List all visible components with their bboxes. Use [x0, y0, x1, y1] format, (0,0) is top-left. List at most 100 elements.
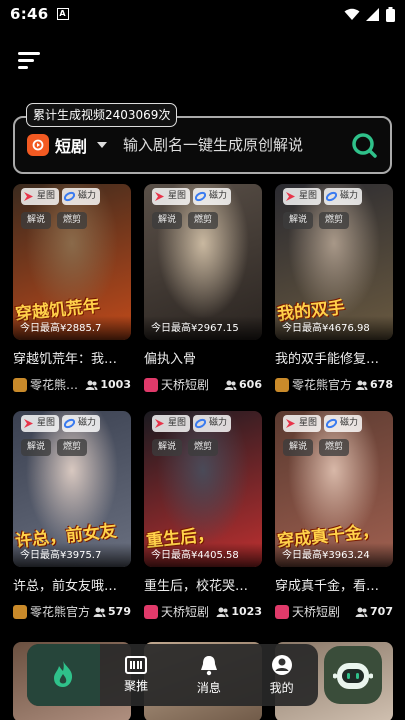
notification-icon: A — [56, 8, 69, 20]
search-icon[interactable] — [350, 131, 378, 159]
status-bar: 6:46 A — [0, 0, 405, 28]
users-icon — [224, 380, 237, 390]
drama-poster[interactable]: 星图 磁力 解说 燃剪 穿成真千金， 今日最高¥3963.24 — [275, 411, 393, 567]
creator-name[interactable]: 天桥短剧 — [292, 603, 340, 620]
search-input[interactable] — [123, 136, 350, 154]
ai-assistant-button[interactable] — [324, 646, 382, 704]
creator-name[interactable]: 天桥短剧 — [161, 376, 209, 393]
platform-chips: 星图 磁力 — [152, 188, 232, 205]
source-select[interactable]: 短剧 — [55, 133, 87, 157]
cili-logo-icon — [326, 191, 338, 202]
users-icon — [93, 607, 106, 617]
creator-name[interactable]: 零花熊官方 — [30, 603, 90, 620]
drama-poster[interactable]: 星图 磁力 解说 燃剪 许总，前女友 今日最高¥3975.7 — [13, 411, 131, 567]
tag-jieshuo: 解说 — [283, 212, 314, 229]
menu-button[interactable] — [18, 50, 44, 70]
user-count: 707 — [355, 605, 393, 618]
card-meta: 零花熊官方 678 — [275, 376, 393, 393]
genre-tags: 解说 燃剪 — [283, 439, 350, 456]
platform-chip-cili-label: 磁力 — [78, 418, 97, 428]
platform-chips: 星图 磁力 — [283, 415, 363, 432]
user-count: 606 — [224, 378, 262, 391]
tag-ranjian: 燃剪 — [57, 439, 88, 456]
card-meta: 零花熊官方 579 — [13, 603, 131, 620]
platform-chip-cili: 磁力 — [193, 415, 232, 432]
xingtu-logo-icon — [24, 419, 33, 428]
platform-chip-xingtu: 星图 — [21, 415, 60, 432]
users-icon — [85, 380, 98, 390]
nav-jutui-label: 聚推 — [124, 679, 149, 693]
signal-icon — [366, 7, 379, 21]
tag-ranjian: 燃剪 — [188, 212, 219, 229]
drama-title: 许总，前女友哦… — [13, 579, 118, 594]
creator-name[interactable]: 零花熊… — [30, 376, 78, 393]
peak-earnings: 今日最高¥3975.7 — [13, 543, 131, 567]
xingtu-logo-icon — [286, 419, 295, 428]
wifi-icon — [344, 8, 360, 20]
tag-jieshuo: 解说 — [283, 439, 314, 456]
nav-profile[interactable]: 我的 — [245, 644, 318, 706]
genre-tags: 解说 燃剪 — [152, 439, 219, 456]
tag-ranjian: 燃剪 — [188, 439, 219, 456]
drama-poster[interactable]: 星图 磁力 解说 燃剪 穿越饥荒年 今日最高¥2885.7 — [13, 184, 131, 340]
nav-profile-label: 我的 — [269, 681, 294, 695]
flame-icon — [54, 660, 73, 687]
drama-card[interactable]: 星图 磁力解说 燃剪今日最高¥2967.15 偏执入骨天桥短剧 606 — [144, 184, 262, 393]
tag-jieshuo: 解说 — [21, 439, 52, 456]
creator-logo-icon — [144, 604, 158, 619]
drama-poster[interactable]: 星图 磁力 解说 燃剪 重生后， 今日最高¥4405.58 — [144, 411, 262, 567]
genre-tags: 解说 燃剪 — [283, 212, 350, 229]
user-count: 678 — [355, 378, 393, 391]
creator-name[interactable]: 零花熊官方 — [292, 376, 352, 393]
status-time: 6:46 — [10, 5, 49, 23]
creator-name[interactable]: 天桥短剧 — [161, 603, 209, 620]
cili-logo-icon — [64, 418, 76, 429]
card-meta: 天桥短剧 707 — [275, 603, 393, 620]
cili-logo-icon — [326, 418, 338, 429]
chevron-down-icon[interactable] — [97, 142, 108, 148]
platform-chip-cili: 磁力 — [62, 415, 101, 432]
user-count-value: 707 — [370, 605, 393, 618]
xingtu-logo-icon — [286, 192, 295, 201]
person-icon — [271, 655, 292, 675]
drama-card[interactable]: 星图 磁力 解说 燃剪 穿成真千金， 今日最高¥3963.24 穿成真千金，看… 天桥短剧 70… — [275, 411, 393, 620]
nav-messages[interactable]: 消息 — [173, 644, 246, 706]
platform-chip-xingtu-label: 星图 — [37, 191, 56, 201]
platform-chip-xingtu-label: 星图 — [299, 191, 318, 201]
cili-logo-icon — [64, 191, 76, 202]
drama-card[interactable]: 星图 磁力 解说 燃剪 重生后， 今日最高¥4405.58 重生后，校花哭… 天桥短剧 1023 — [144, 411, 262, 620]
bottom-nav: 聚推 消息 我的 — [27, 644, 318, 706]
nav-jutui[interactable]: 聚推 — [100, 644, 173, 706]
nav-home[interactable] — [27, 644, 100, 706]
drama-title: 偏执入骨 — [144, 352, 197, 367]
drama-poster[interactable]: 星图 磁力解说 燃剪今日最高¥2967.15 — [144, 184, 262, 340]
peak-earnings: 今日最高¥4676.98 — [275, 316, 393, 340]
peak-earnings: 今日最高¥2967.15 — [144, 316, 262, 340]
card-meta: 天桥短剧 1023 — [144, 603, 262, 620]
tag-jieshuo: 解说 — [152, 212, 183, 229]
cili-logo-icon — [195, 418, 207, 429]
tag-ranjian: 燃剪 — [57, 212, 88, 229]
user-count: 1003 — [85, 378, 131, 391]
platform-chip-xingtu-label: 星图 — [37, 418, 56, 428]
platform-chip-cili: 磁力 — [62, 188, 101, 205]
platform-chip-xingtu-label: 星图 — [299, 418, 318, 428]
platform-chip-cili: 磁力 — [193, 188, 232, 205]
users-icon — [216, 607, 229, 617]
tag-jieshuo: 解说 — [152, 439, 183, 456]
tag-jieshuo: 解说 — [21, 212, 52, 229]
user-count: 579 — [93, 605, 131, 618]
drama-poster[interactable]: 星图 磁力 解说 燃剪 我的双手 今日最高¥4676.98 — [275, 184, 393, 340]
platform-chip-cili: 磁力 — [324, 188, 363, 205]
drama-card[interactable]: 星图 磁力 解说 燃剪 许总，前女友 今日最高¥3975.7 许总，前女友哦… 零花熊官方 57… — [13, 411, 131, 620]
xingtu-logo-icon — [155, 192, 164, 201]
xingtu-logo-icon — [155, 419, 164, 428]
drama-card[interactable]: 星图 磁力 解说 燃剪 穿越饥荒年 今日最高¥2885.7 穿越饥荒年：我… 零花熊… 1003 — [13, 184, 131, 393]
robot-icon — [333, 663, 373, 689]
genre-tags: 解说 燃剪 — [21, 439, 88, 456]
platform-chip-cili-label: 磁力 — [209, 418, 228, 428]
drama-card[interactable]: 星图 磁力 解说 燃剪 我的双手 今日最高¥4676.98 我的双手能修复… 零花熊官方 678 — [275, 184, 393, 393]
drama-title: 重生后，校花哭… — [144, 579, 249, 594]
creator-logo-icon — [144, 377, 158, 392]
user-count-value: 1003 — [100, 378, 131, 391]
